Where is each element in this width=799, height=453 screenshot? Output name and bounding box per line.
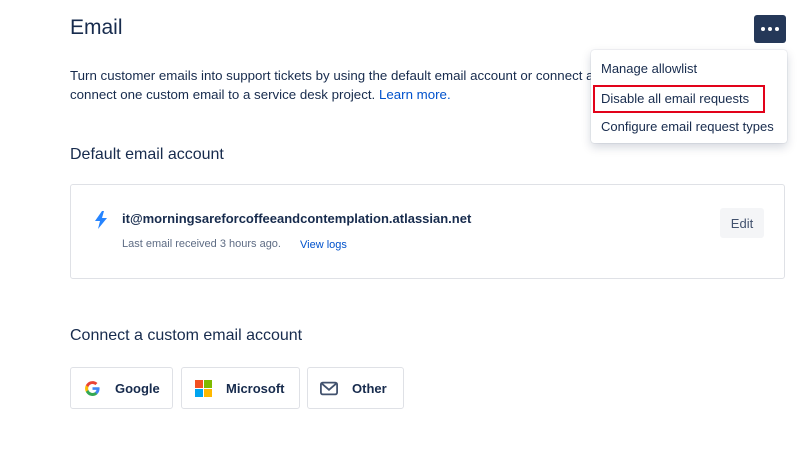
more-horizontal-icon <box>761 27 765 31</box>
other-label: Other <box>352 380 387 396</box>
mail-icon <box>320 379 338 397</box>
learn-more-link[interactable]: Learn more. <box>379 87 451 102</box>
other-provider-button[interactable]: Other <box>307 367 404 409</box>
more-dot <box>775 27 779 31</box>
menu-item-disable-email-requests[interactable]: Disable all email requests <box>593 85 765 113</box>
description-line-1: Turn customer emails into support ticket… <box>70 68 594 83</box>
custom-account-heading: Connect a custom email account <box>70 327 303 344</box>
menu-item-manage-allowlist[interactable]: Manage allowlist <box>591 55 787 83</box>
google-provider-button[interactable]: Google <box>70 367 173 409</box>
more-actions-button[interactable] <box>754 15 786 43</box>
description-line-2: connect one custom email to a service de… <box>70 85 590 104</box>
more-dot <box>768 27 772 31</box>
default-email-address: it@morningsareforcoffeeandcontemplation.… <box>122 211 472 226</box>
lightning-bolt-icon <box>95 211 107 229</box>
more-actions-menu: Manage allowlist Disable all email reque… <box>591 50 787 143</box>
last-email-received: Last email received 3 hours ago. <box>122 238 281 250</box>
default-account-card: it@morningsareforcoffeeandcontemplation.… <box>70 184 785 279</box>
page-title: Email <box>70 16 123 39</box>
microsoft-label: Microsoft <box>226 380 285 396</box>
view-logs-link[interactable]: View logs <box>300 239 347 251</box>
microsoft-icon <box>194 379 212 397</box>
google-icon <box>83 379 101 397</box>
menu-item-configure-request-types[interactable]: Configure email request types <box>591 113 787 141</box>
description-line-2-text: connect one custom email to a service de… <box>70 87 376 102</box>
default-account-heading: Default email account <box>70 146 224 163</box>
edit-button[interactable]: Edit <box>720 208 764 238</box>
page-description: Turn customer emails into support ticket… <box>70 66 594 104</box>
google-label: Google <box>115 380 160 396</box>
microsoft-provider-button[interactable]: Microsoft <box>181 367 300 409</box>
